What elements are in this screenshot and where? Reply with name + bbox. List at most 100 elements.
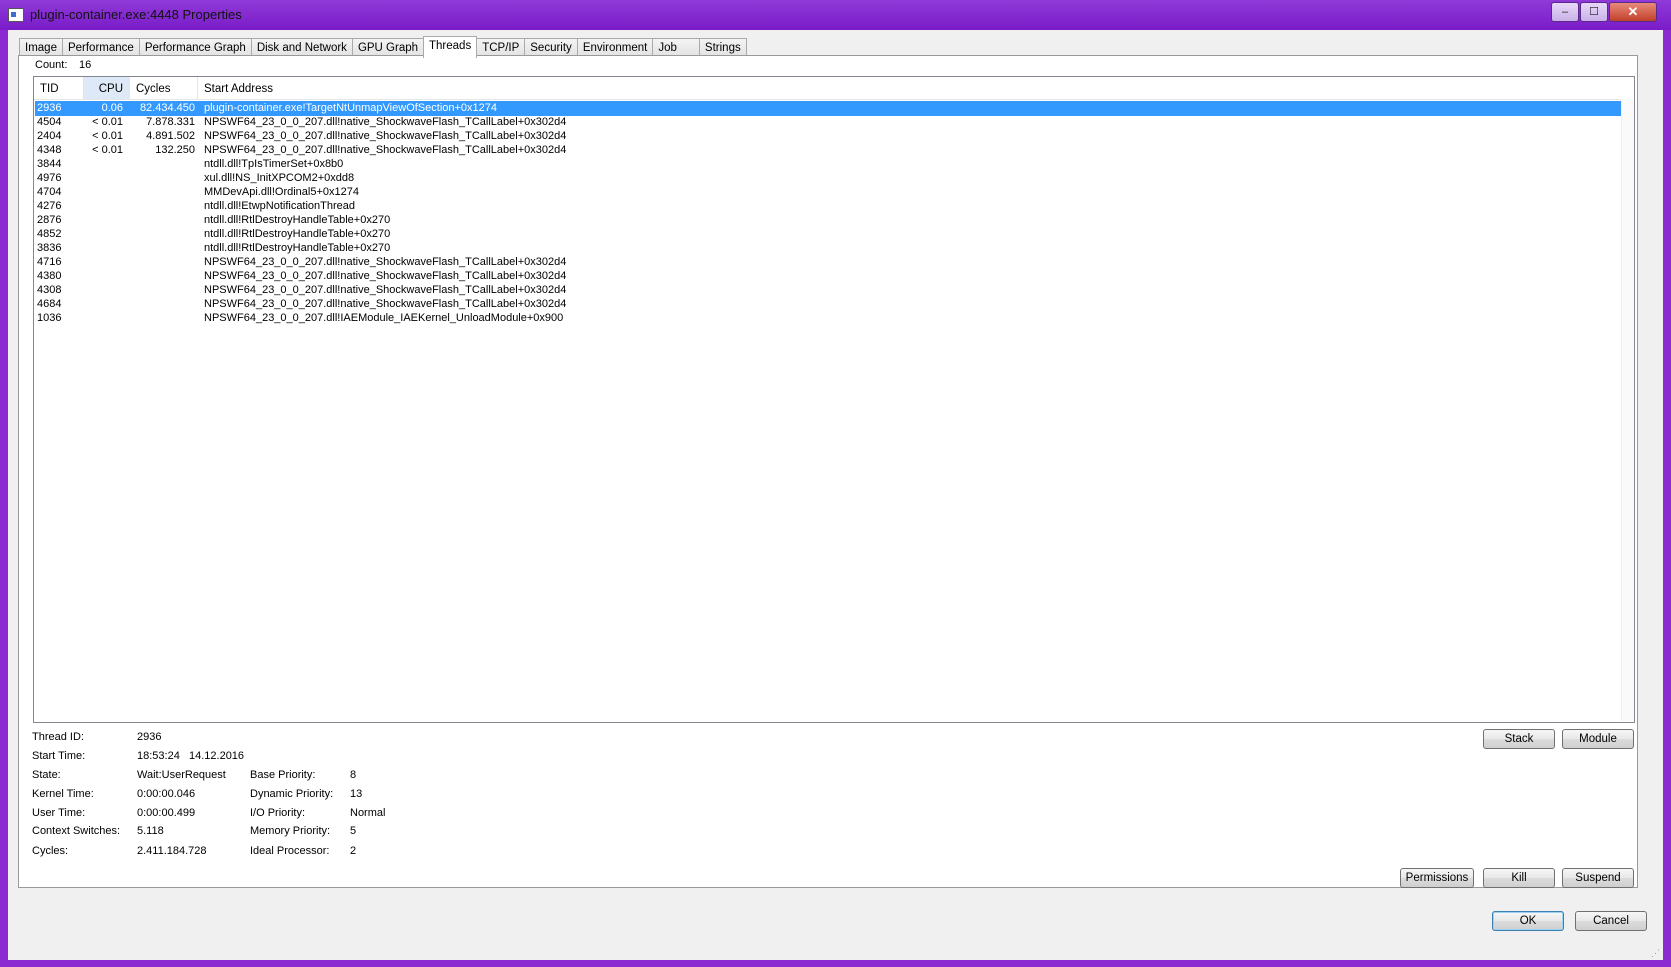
- tid-cell: 4348: [37, 144, 62, 156]
- cancel-button[interactable]: Cancel: [1575, 911, 1647, 931]
- tab-threads[interactable]: Threads: [423, 36, 478, 58]
- address-cell: plugin-container.exe!TargetNtUnmapViewOf…: [204, 102, 498, 114]
- tid-cell: 4276: [37, 200, 62, 212]
- suspend-button[interactable]: Suspend: [1562, 868, 1634, 888]
- address-cell: ntdll.dll!EtwpNotificationThread: [204, 200, 356, 212]
- table-row[interactable]: 4976 xul.dll!NS_InitXPCOM2+0xdd8: [35, 171, 1631, 186]
- address-cell: xul.dll!NS_InitXPCOM2+0xdd8: [204, 172, 355, 184]
- address-cell: ntdll.dll!RtlDestroyHandleTable+0x270: [204, 214, 391, 226]
- tid-cell: 3844: [37, 158, 62, 170]
- ideal-processor-value: 2: [350, 845, 357, 857]
- module-button[interactable]: Module: [1562, 729, 1634, 749]
- table-row[interactable]: 4704 MMDevApi.dll!Ordinal5+0x1274: [35, 185, 1631, 200]
- tid-cell: 2936: [37, 102, 62, 114]
- tid-cell: 4308: [37, 284, 62, 296]
- cycles-cell: 4.891.502: [146, 130, 195, 142]
- resize-grip-icon[interactable]: ⋰: [1651, 948, 1661, 958]
- count-value: 16: [79, 59, 92, 71]
- tid-cell: 4504: [37, 116, 62, 128]
- kernel-time-value: 0:00:00.046: [137, 788, 196, 800]
- count-label: Count:: [35, 59, 68, 71]
- table-row[interactable]: 2936 0.06 82.434.450 plugin-container.ex…: [35, 101, 1631, 116]
- address-cell: ntdll.dll!TpIsTimerSet+0x8b0: [204, 158, 344, 170]
- thread-id-label: Thread ID:: [32, 731, 84, 743]
- kill-button[interactable]: Kill: [1483, 868, 1555, 888]
- tid-cell: 4976: [37, 172, 62, 184]
- thread-id-value: 2936: [137, 731, 162, 743]
- threads-panel: Count: 16 TID CPU ▲ Cycles Delta Start A…: [18, 55, 1638, 888]
- address-cell: NPSWF64_23_0_0_207.dll!native_ShockwaveF…: [204, 116, 567, 128]
- close-button[interactable]: ✕: [1609, 2, 1657, 22]
- window-title: plugin-container.exe:4448 Properties: [30, 7, 242, 22]
- permissions-button[interactable]: Permissions: [1400, 868, 1474, 888]
- table-row[interactable]: 4504 < 0.01 7.878.331 NPSWF64_23_0_0_207…: [35, 115, 1631, 130]
- address-cell: NPSWF64_23_0_0_207.dll!native_ShockwaveF…: [204, 284, 567, 296]
- maximize-button[interactable]: ☐: [1580, 2, 1608, 22]
- table-row[interactable]: 4348 < 0.01 132.250 NPSWF64_23_0_0_207.d…: [35, 143, 1631, 158]
- user-time-value: 0:00:00.499: [137, 807, 196, 819]
- memory-priority-value: 5: [350, 825, 357, 837]
- cycles-cell: 82.434.450: [139, 102, 195, 114]
- table-row[interactable]: 2876 ntdll.dll!RtlDestroyHandleTable+0x2…: [35, 213, 1631, 228]
- table-row[interactable]: 3844 ntdll.dll!TpIsTimerSet+0x8b0: [35, 157, 1631, 172]
- tid-cell: 3836: [37, 242, 62, 254]
- table-row[interactable]: 3836 ntdll.dll!RtlDestroyHandleTable+0x2…: [35, 241, 1631, 256]
- table-row[interactable]: 4716 NPSWF64_23_0_0_207.dll!native_Shock…: [35, 255, 1631, 270]
- user-time-label: User Time:: [32, 807, 86, 819]
- ideal-processor-label: Ideal Processor:: [250, 845, 330, 857]
- dynamic-priority-label: Dynamic Priority:: [250, 788, 334, 800]
- ok-button[interactable]: OK: [1492, 911, 1564, 931]
- table-row[interactable]: 1036 NPSWF64_23_0_0_207.dll!IAEModule_IA…: [35, 311, 1631, 326]
- tid-cell: 4704: [37, 186, 62, 198]
- minimize-button[interactable]: –: [1551, 2, 1579, 22]
- window-icon: [8, 8, 24, 22]
- tid-cell: 2404: [37, 130, 62, 142]
- state-label: State:: [32, 769, 61, 781]
- tid-cell: 1036: [37, 312, 62, 324]
- window-controls: – ☐ ✕: [1550, 2, 1657, 22]
- tid-cell: 4716: [37, 256, 62, 268]
- tid-cell: 4380: [37, 270, 62, 282]
- tid-cell: 2876: [37, 214, 62, 226]
- table-row[interactable]: 4852 ntdll.dll!RtlDestroyHandleTable+0x2…: [35, 227, 1631, 242]
- address-cell: NPSWF64_23_0_0_207.dll!native_ShockwaveF…: [204, 298, 567, 310]
- cpu-cell: 0.06: [101, 102, 123, 114]
- base-priority-label: Base Priority:: [250, 769, 316, 781]
- column-header-cpu[interactable]: CPU: [84, 77, 130, 99]
- column-header-start-address[interactable]: Start Address: [198, 77, 1618, 99]
- context-switches-label: Context Switches:: [32, 825, 121, 837]
- threads-list[interactable]: TID CPU ▲ Cycles Delta Start Address 293…: [33, 76, 1635, 723]
- column-header-cycles-delta[interactable]: Cycles Delta: [130, 77, 198, 119]
- io-priority-label: I/O Priority:: [250, 807, 306, 819]
- table-row[interactable]: 2404 < 0.01 4.891.502 NPSWF64_23_0_0_207…: [35, 129, 1631, 144]
- properties-window: plugin-container.exe:4448 Properties – ☐…: [0, 0, 1671, 967]
- dialog-client-area: Image Performance Performance Graph Disk…: [8, 30, 1663, 960]
- column-header-tid[interactable]: TID: [34, 77, 84, 99]
- table-row[interactable]: 4276 ntdll.dll!EtwpNotificationThread: [35, 199, 1631, 214]
- cycles-value: 2.411.184.728: [137, 845, 207, 857]
- stack-button[interactable]: Stack: [1483, 729, 1555, 749]
- dynamic-priority-value: 13: [350, 788, 363, 800]
- sort-ascending-icon: ▲: [107, 77, 115, 78]
- base-priority-value: 8: [350, 769, 357, 781]
- list-header: TID CPU ▲ Cycles Delta Start Address: [34, 77, 1634, 119]
- tid-cell: 4684: [37, 298, 62, 310]
- cycles-cell: 7.878.331: [146, 116, 195, 128]
- io-priority-value: Normal: [350, 807, 386, 819]
- cpu-cell: < 0.01: [92, 116, 123, 128]
- address-cell: ntdll.dll!RtlDestroyHandleTable+0x270: [204, 242, 391, 254]
- address-cell: NPSWF64_23_0_0_207.dll!native_ShockwaveF…: [204, 256, 567, 268]
- address-cell: NPSWF64_23_0_0_207.dll!IAEModule_IAEKern…: [204, 312, 564, 324]
- vertical-scrollbar[interactable]: [1621, 99, 1634, 721]
- table-row[interactable]: 4308 NPSWF64_23_0_0_207.dll!native_Shock…: [35, 283, 1631, 298]
- table-row[interactable]: 4380 NPSWF64_23_0_0_207.dll!native_Shock…: [35, 269, 1631, 284]
- table-row[interactable]: 4684 NPSWF64_23_0_0_207.dll!native_Shock…: [35, 297, 1631, 312]
- kernel-time-label: Kernel Time:: [32, 788, 94, 800]
- address-cell: NPSWF64_23_0_0_207.dll!native_ShockwaveF…: [204, 144, 567, 156]
- cpu-cell: < 0.01: [92, 144, 123, 156]
- address-cell: NPSWF64_23_0_0_207.dll!native_ShockwaveF…: [204, 130, 567, 142]
- title-bar[interactable]: plugin-container.exe:4448 Properties – ☐…: [0, 0, 1671, 30]
- address-cell: ntdll.dll!RtlDestroyHandleTable+0x270: [204, 228, 391, 240]
- start-time-value: 18:53:24 14.12.2016: [137, 750, 245, 762]
- tab-strip: Image Performance Performance Graph Disk…: [19, 36, 747, 58]
